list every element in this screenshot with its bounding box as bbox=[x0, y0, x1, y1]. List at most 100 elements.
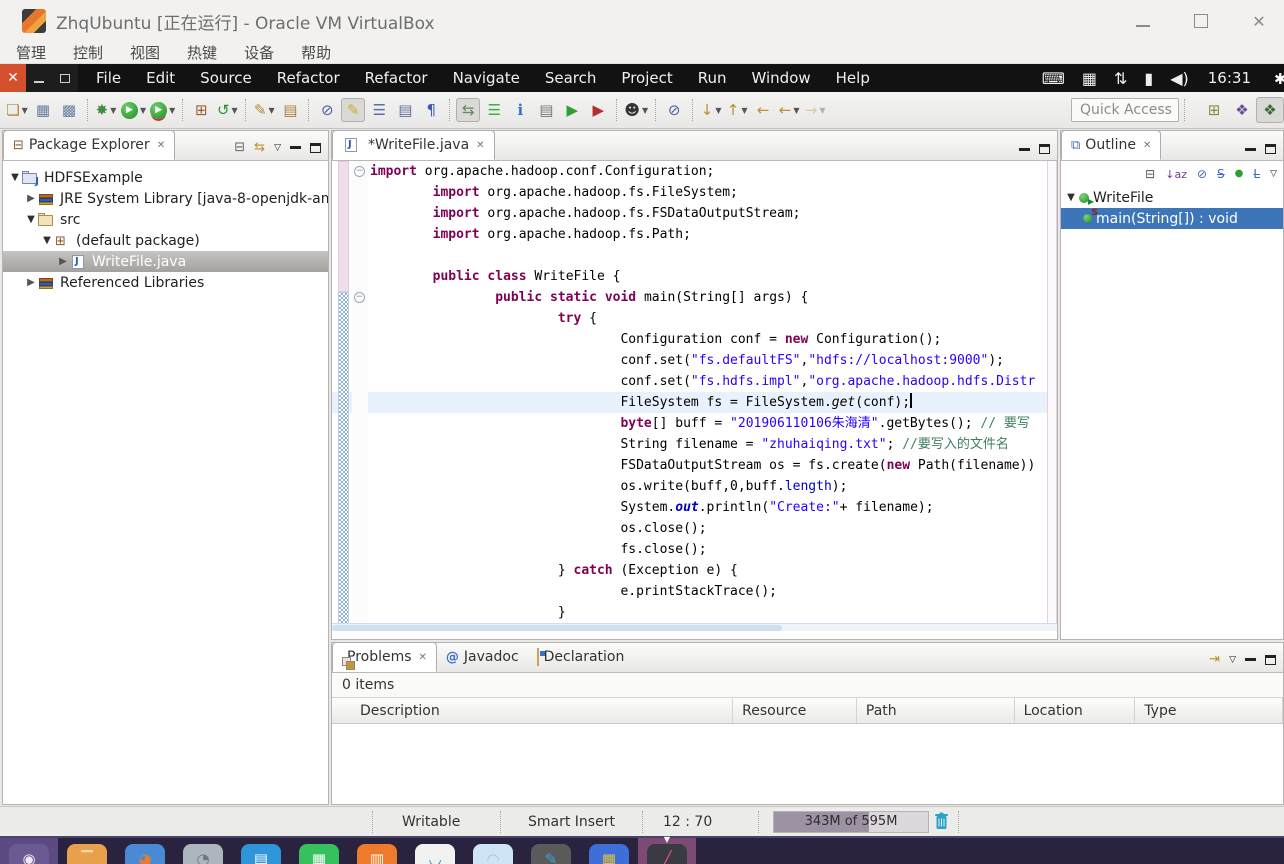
previous-edit-location-button[interactable]: ↑▼ bbox=[725, 98, 749, 122]
tab-problems[interactable]: Problems✕ bbox=[332, 642, 437, 672]
dropdown-arrow-icon[interactable]: ▼ bbox=[232, 106, 238, 115]
dock-firefox[interactable]: ◕ bbox=[116, 838, 174, 864]
tree-item-jre-system-library-java-8-openjdk-amd64[interactable]: ▶JRE System Library [java-8-openjdk-amd6… bbox=[3, 188, 328, 209]
dropdown-arrow-icon[interactable]: ▼ bbox=[22, 106, 28, 115]
guest-close-button[interactable]: ✕ bbox=[0, 64, 26, 92]
debug-button[interactable]: ✸▼ bbox=[94, 98, 118, 122]
new-java-project-button[interactable]: ⊞ bbox=[189, 98, 213, 122]
column-type[interactable]: Type bbox=[1135, 698, 1283, 723]
sort-members-button[interactable]: ☰ bbox=[482, 98, 506, 122]
minimize-view-icon[interactable] bbox=[1245, 148, 1256, 151]
tab-javadoc[interactable]: @Javadoc bbox=[437, 642, 528, 672]
network-arrows-icon[interactable]: ⇅ bbox=[1114, 69, 1127, 88]
external-tools-button[interactable]: ↺▼ bbox=[215, 98, 239, 122]
menu-window[interactable]: Window bbox=[752, 69, 811, 87]
run-garbage-collector-button[interactable] bbox=[934, 812, 949, 830]
run-button[interactable]: ▶▼ bbox=[120, 98, 147, 122]
dropdown-arrow-icon[interactable]: ▼ bbox=[793, 106, 799, 115]
keyboard-icon[interactable]: ⌨ bbox=[1042, 69, 1065, 88]
minimize-editor-icon[interactable] bbox=[1019, 148, 1030, 151]
code-editor[interactable]: import org.apache.hadoop.conf.Configurat… bbox=[332, 161, 1057, 631]
outline-item-writefile[interactable]: ▼▶WriteFile bbox=[1061, 187, 1283, 208]
last-edit-location-button[interactable]: ↓▼ bbox=[699, 98, 723, 122]
editor-left-ruler[interactable] bbox=[338, 161, 349, 631]
maximize-view-icon[interactable] bbox=[1265, 144, 1276, 154]
host-minimize-button[interactable] bbox=[1132, 10, 1154, 32]
sort-icon[interactable]: ↓az bbox=[1165, 169, 1187, 180]
hide-static-icon[interactable]: S bbox=[1217, 168, 1225, 180]
menu-navigate[interactable]: Navigate bbox=[453, 69, 520, 87]
menu-refactor[interactable]: Refactor bbox=[365, 69, 428, 87]
tree-item-src[interactable]: ▼src bbox=[3, 209, 328, 230]
guest-maximize-button[interactable] bbox=[52, 64, 78, 92]
minimize-view-icon[interactable] bbox=[1245, 658, 1256, 661]
open-task-button[interactable]: ▤ bbox=[278, 98, 302, 122]
clock[interactable]: 16:31 bbox=[1208, 69, 1251, 87]
format-source-button[interactable]: ☰ bbox=[367, 98, 391, 122]
tree-item-writefile-java[interactable]: ▶JWriteFile.java bbox=[3, 251, 328, 272]
dock-files[interactable]: ▔ bbox=[58, 838, 116, 864]
column-path[interactable]: Path bbox=[857, 698, 1015, 723]
user-profile-button[interactable]: ☻▼ bbox=[623, 98, 649, 122]
view-menu-icon[interactable]: ▽ bbox=[274, 143, 281, 153]
expand-arrow-icon[interactable]: ▶ bbox=[25, 277, 37, 288]
dropdown-arrow-icon[interactable]: ▼ bbox=[169, 106, 175, 115]
input-method-icon[interactable]: ▦ bbox=[1082, 69, 1097, 88]
tab-outline[interactable]: ⧉ Outline ✕ bbox=[1061, 130, 1161, 160]
run-snippet-button[interactable]: ▶ bbox=[560, 98, 584, 122]
toggle-info-button[interactable]: i bbox=[508, 98, 532, 122]
volume-icon[interactable]: ◀) bbox=[1170, 69, 1189, 88]
close-icon[interactable]: ✕ bbox=[419, 652, 427, 663]
forward-history-button[interactable]: →▼ bbox=[803, 98, 827, 122]
menu-search[interactable]: Search bbox=[545, 69, 597, 87]
dock-eclipse[interactable]: ▼╱ bbox=[638, 838, 696, 864]
vbox-menu-热键[interactable]: 热键 bbox=[187, 42, 217, 63]
collapse-arrow-icon[interactable]: ▼ bbox=[9, 172, 21, 183]
mark-occurrences-button[interactable]: ✎ bbox=[341, 98, 365, 122]
disable-search-button[interactable]: ⊘ bbox=[662, 98, 686, 122]
battery-icon[interactable]: ▮ bbox=[1144, 69, 1153, 88]
dock-libreoffice-writer[interactable]: ▤ bbox=[232, 838, 290, 864]
save-all-button[interactable]: ▩ bbox=[57, 98, 81, 122]
vbox-menu-设备[interactable]: 设备 bbox=[244, 42, 274, 63]
fold-collapse-icon[interactable]: − bbox=[354, 292, 365, 303]
column-description[interactable]: Description bbox=[332, 698, 733, 723]
show-source-button[interactable]: ▤ bbox=[393, 98, 417, 122]
save-button[interactable]: ▦ bbox=[31, 98, 55, 122]
dropdown-arrow-icon[interactable]: ▼ bbox=[741, 106, 747, 115]
dock-installer-drop[interactable]: ◠ bbox=[464, 838, 522, 864]
quick-access-input[interactable]: Quick Access bbox=[1071, 98, 1179, 122]
focus-task-icon[interactable]: ⇥ bbox=[1209, 653, 1220, 666]
dropdown-arrow-icon[interactable]: ▼ bbox=[140, 106, 146, 115]
menu-refactor[interactable]: Refactor bbox=[277, 69, 340, 87]
expand-arrow-icon[interactable]: ▶ bbox=[25, 193, 37, 204]
close-icon[interactable]: ✕ bbox=[1143, 140, 1151, 151]
tab-editor-writefile[interactable]: J *WriteFile.java ✕ bbox=[332, 130, 495, 160]
link-with-editor-icon[interactable]: ⇆ bbox=[254, 141, 265, 154]
menu-run[interactable]: Run bbox=[698, 69, 727, 87]
dock-text-editor[interactable]: ✎ bbox=[522, 838, 580, 864]
run-error-button[interactable]: ▶ bbox=[586, 98, 610, 122]
vbox-menu-视图[interactable]: 视图 bbox=[130, 42, 160, 63]
vbox-menu-管理[interactable]: 管理 bbox=[16, 42, 46, 63]
hide-non-public-icon[interactable]: ● bbox=[1235, 169, 1244, 179]
dock-libreoffice-calc[interactable]: ▦ bbox=[290, 838, 348, 864]
minimize-view-icon[interactable] bbox=[290, 146, 301, 149]
collapse-arrow-icon[interactable]: ▼ bbox=[1065, 192, 1077, 203]
dock-libreoffice-impress[interactable]: ▥ bbox=[348, 838, 406, 864]
maximize-view-icon[interactable] bbox=[1265, 655, 1276, 665]
new-wizard-button[interactable]: ❏▼ bbox=[5, 98, 29, 122]
dock-ubuntu-software[interactable]: ◡ bbox=[406, 838, 464, 864]
ant-build-button[interactable]: ✎▼ bbox=[252, 98, 276, 122]
dropdown-arrow-icon[interactable]: ▼ bbox=[819, 106, 825, 115]
tree-item--default-package-[interactable]: ▼⊞(default package) bbox=[3, 230, 328, 251]
menu-project[interactable]: Project bbox=[621, 69, 672, 87]
view-menu-icon[interactable]: ▽ bbox=[1270, 169, 1277, 179]
expand-arrow-icon[interactable]: ▶ bbox=[57, 256, 69, 267]
guest-minimize-button[interactable] bbox=[26, 64, 52, 92]
dropdown-arrow-icon[interactable]: ▼ bbox=[642, 106, 648, 115]
menu-file[interactable]: File bbox=[96, 69, 121, 87]
collapse-arrow-icon[interactable]: ▼ bbox=[25, 214, 37, 225]
outline-item-main[interactable]: Smain(String[]) : void bbox=[1061, 208, 1283, 229]
dropdown-arrow-icon[interactable]: ▼ bbox=[715, 106, 721, 115]
